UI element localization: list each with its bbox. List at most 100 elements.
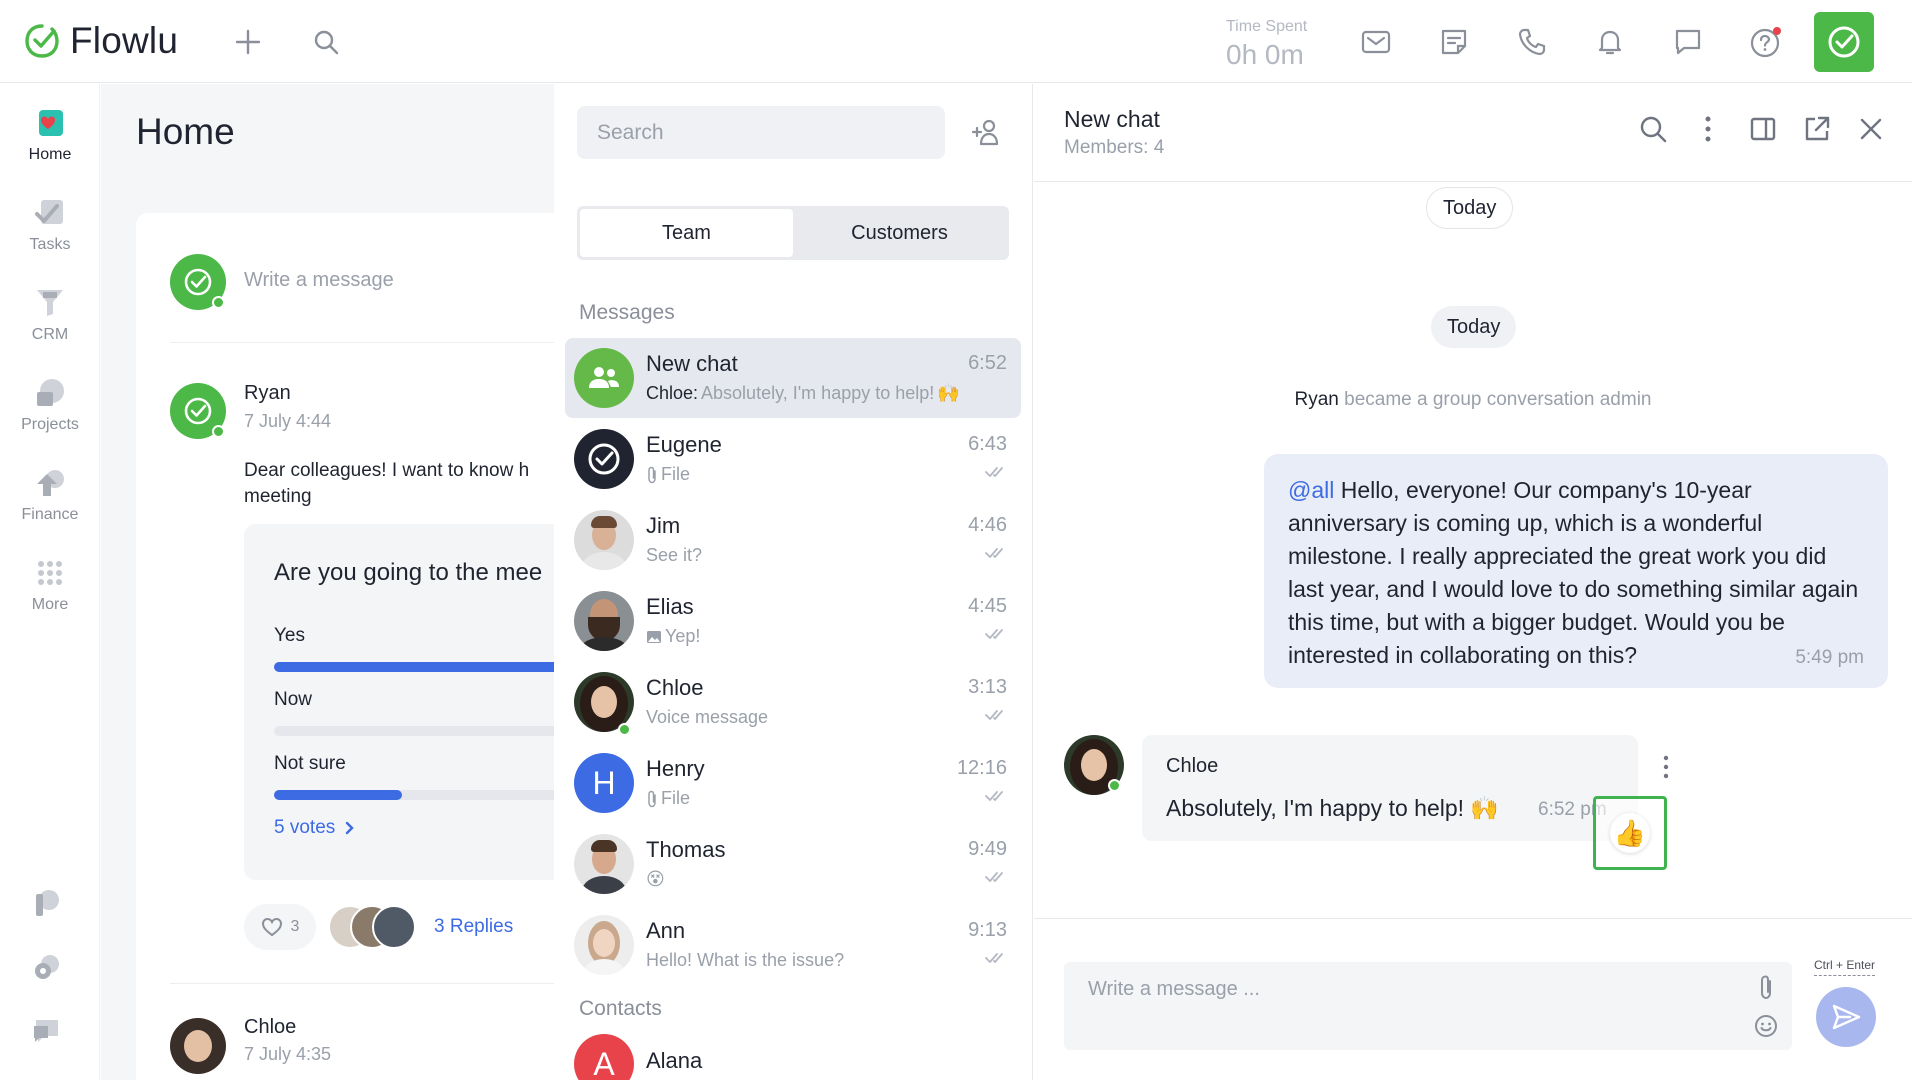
poll-bar-track — [274, 726, 554, 736]
chat-time: 9:13 — [968, 919, 1007, 941]
split-view-icon[interactable] — [1748, 114, 1778, 149]
search-icon[interactable] — [304, 20, 348, 64]
chat-preview: File — [646, 788, 690, 809]
send-button[interactable] — [1816, 987, 1876, 1047]
incoming-message[interactable]: Chloe Absolutely, I'm happy to help! 🙌 6… — [1142, 735, 1638, 841]
preview-text: See it? — [646, 545, 703, 565]
new-chat-button[interactable] — [967, 112, 1007, 152]
messages-heading: Messages — [579, 301, 675, 324]
divider — [1034, 918, 1912, 919]
preview-text: Yep! — [665, 626, 701, 646]
feed-write-input[interactable]: Write a message — [244, 269, 394, 292]
chat-row-thomas[interactable]: Thomas 😵 9:49 — [565, 824, 1021, 904]
poll-option-label[interactable]: Yes — [274, 625, 305, 647]
poll-option-label[interactable]: Now — [274, 689, 312, 711]
post-author-avatar[interactable] — [170, 1018, 226, 1074]
group-users-icon — [589, 367, 619, 388]
system-message: Ryan became a group conversation admin — [1034, 389, 1912, 411]
message-author[interactable]: Chloe — [1166, 755, 1218, 778]
nav-item-tasks[interactable]: Tasks — [0, 196, 100, 254]
nav-item-finance[interactable]: Finance — [0, 466, 100, 524]
page-title: Home — [136, 111, 235, 152]
contacts-heading: Contacts — [579, 997, 662, 1020]
time-spent-label: Time Spent — [1226, 18, 1308, 35]
tab-team[interactable]: Team — [580, 209, 793, 257]
mail-icon[interactable] — [1354, 20, 1398, 64]
nav-item-crm[interactable]: CRM — [0, 286, 100, 344]
message-menu-icon[interactable] — [1660, 754, 1672, 785]
system-actor[interactable]: Ryan — [1295, 389, 1339, 410]
notes-icon[interactable] — [1432, 20, 1476, 64]
chat-title: New chat — [1064, 106, 1160, 132]
poll-card: Are you going to the mee Yes Now Not sur… — [244, 524, 554, 880]
replies-link[interactable]: 3 Replies — [434, 916, 513, 938]
chat-members[interactable]: Members: 4 — [1064, 137, 1164, 159]
time-spent-value: 0h 0m — [1226, 39, 1304, 70]
chat-tabs: Team Customers — [577, 206, 1009, 260]
chat-search-input[interactable]: Search — [577, 106, 945, 159]
app-name: Flowlu — [70, 20, 179, 61]
chat-row-new-chat[interactable]: New chat Chloe: Absolutely, I'm happy to… — [565, 338, 1021, 418]
tab-customers[interactable]: Customers — [793, 209, 1006, 257]
chat-time: 4:46 — [968, 514, 1007, 536]
chat-icon[interactable] — [1666, 20, 1710, 64]
help-icon[interactable] — [1744, 20, 1788, 64]
support-chat-icon[interactable] — [30, 1014, 64, 1053]
chat-preview: See it? — [646, 545, 702, 566]
poll-votes-link[interactable]: 5 votes — [274, 817, 355, 839]
chat-row-chloe[interactable]: Chloe Voice message 3:13 — [565, 662, 1021, 742]
poll-option-label[interactable]: Not sure — [274, 753, 346, 775]
more-vertical-icon[interactable] — [1700, 114, 1716, 149]
time-spent[interactable]: Time Spent 0h 0m — [1226, 18, 1307, 71]
chat-time: 3:13 — [968, 676, 1007, 698]
composer-input[interactable]: Write a message ... — [1088, 978, 1260, 1001]
phone-icon[interactable] — [1510, 20, 1554, 64]
mention[interactable]: @all — [1288, 477, 1334, 503]
activity-feed: Write a message Ryan 7 July 4:44 Dear co… — [136, 213, 554, 1080]
post-author-name[interactable]: Chloe — [244, 1016, 296, 1039]
nav-label-projects: Projects — [21, 416, 79, 433]
online-indicator — [618, 723, 631, 736]
chat-pane: New chat Members: 4 Today Today Ryan bec… — [1034, 84, 1912, 1080]
post-author-name[interactable]: Ryan — [244, 382, 291, 405]
nav-item-more[interactable]: More — [0, 556, 100, 614]
chat-row-elias[interactable]: Elias Yep! 4:45 — [565, 581, 1021, 661]
attach-icon[interactable] — [1756, 974, 1776, 1007]
dizzy-face-emoji: 😵 — [646, 869, 665, 889]
external-link-icon[interactable] — [1802, 114, 1832, 149]
double-check-icon — [985, 467, 1003, 477]
chat-preview: 😵 — [646, 869, 665, 890]
chat-row-henry[interactable]: H Henry File 12:16 — [565, 743, 1021, 823]
chat-row-jim[interactable]: Jim See it? 4:46 — [565, 500, 1021, 580]
reaction-button[interactable]: 👍 — [1593, 796, 1667, 870]
message-composer[interactable]: Write a message ... — [1064, 962, 1792, 1050]
chat-row-eugene[interactable]: Eugene File 6:43 — [565, 419, 1021, 499]
post-date: 7 July 4:44 — [244, 411, 332, 431]
settings-gear-icon[interactable] — [30, 950, 64, 989]
like-button[interactable]: 3 — [244, 904, 316, 950]
close-icon[interactable] — [1856, 114, 1886, 149]
contact-row-alana[interactable]: A Alana — [565, 1024, 1021, 1080]
more-grid-icon — [38, 561, 62, 585]
emoji-picker-icon[interactable] — [1754, 1014, 1778, 1043]
chat-row-ann[interactable]: Ann Hello! What is the issue? 9:13 — [565, 905, 1021, 985]
outgoing-message[interactable]: @all Hello, everyone! Our company's 10-y… — [1264, 454, 1888, 688]
chat-name: Eugene — [646, 432, 722, 457]
chat-time: 9:49 — [968, 838, 1007, 860]
heart-icon — [261, 917, 282, 937]
reply-avatars[interactable] — [328, 905, 418, 951]
bell-icon[interactable] — [1588, 20, 1632, 64]
online-indicator — [212, 296, 225, 309]
nav-item-home[interactable]: Home — [0, 106, 100, 164]
flowlu-logo[interactable]: Flowlu — [24, 20, 178, 62]
send-shortcut-hint[interactable]: Ctrl + Enter — [1814, 958, 1876, 976]
search-icon[interactable] — [1638, 114, 1668, 149]
nav-item-projects[interactable]: Projects — [0, 376, 100, 434]
tasks-icon — [35, 200, 63, 224]
date-divider: Today — [1431, 306, 1517, 348]
user-avatar-button[interactable] — [1814, 12, 1874, 72]
preview-text: Hello! What is the issue? — [646, 950, 845, 970]
knowledge-base-icon[interactable] — [30, 886, 64, 925]
avatar — [574, 510, 634, 570]
plus-icon[interactable] — [226, 20, 270, 64]
